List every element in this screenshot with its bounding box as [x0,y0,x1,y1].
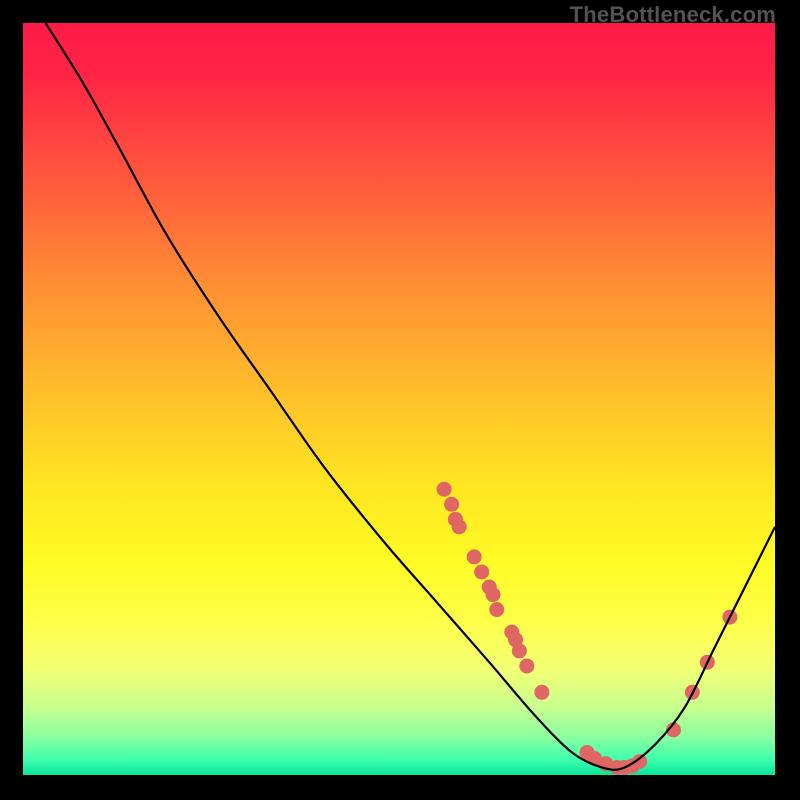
bottleneck-curve [46,23,775,770]
watermark-text: TheBottleneck.com [570,2,776,28]
scatter-point [467,549,482,564]
scatter-point [486,587,501,602]
scatter-point [519,658,534,673]
chart-svg [23,23,775,775]
scatter-point [474,564,489,579]
scatter-point [534,685,549,700]
scatter-point [512,643,527,658]
scatter-point [489,602,504,617]
scatter-layer [437,482,738,775]
scatter-point [452,519,467,534]
chart-plot-area [23,23,775,775]
scatter-point [437,482,452,497]
scatter-point [444,497,459,512]
